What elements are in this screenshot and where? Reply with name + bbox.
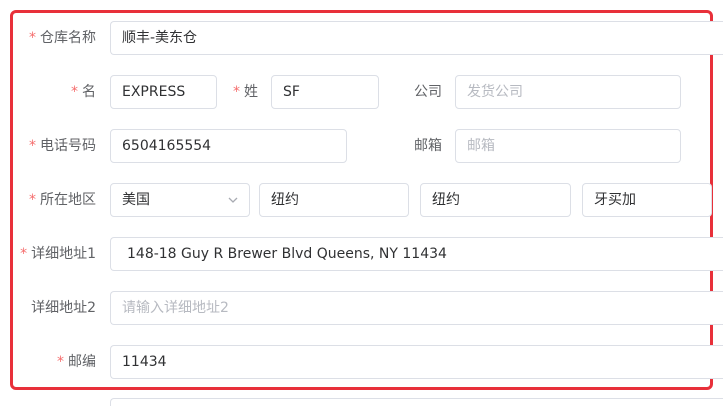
- email-label: 邮箱: [414, 138, 442, 154]
- address1-input[interactable]: 148-18 Guy R Brewer Blvd Queens, NY 1143…: [110, 237, 723, 271]
- zipcode-input[interactable]: 11434: [110, 345, 723, 379]
- region-label: * 所在地区: [29, 192, 96, 208]
- warehouse-name-label: * 仓库名称: [29, 30, 96, 46]
- warehouse-name-input[interactable]: 顺丰-美东仓: [110, 21, 723, 55]
- next-field-edge: [110, 398, 723, 406]
- country-select[interactable]: 美国: [110, 183, 250, 217]
- zipcode-label: * 邮编: [57, 354, 96, 370]
- phone-input[interactable]: 6504165554: [110, 129, 347, 163]
- phone-label: * 电话号码: [29, 138, 96, 154]
- district-input[interactable]: 牙买加: [582, 183, 712, 217]
- address2-label: 详细地址2: [31, 300, 96, 316]
- first-name-label: * 名: [71, 84, 96, 100]
- company-label: 公司: [414, 84, 442, 100]
- required-mark: *: [71, 84, 78, 100]
- state-input[interactable]: 纽约: [259, 183, 409, 217]
- address2-input[interactable]: 请输入详细地址2: [110, 291, 723, 325]
- required-mark: *: [29, 192, 36, 208]
- chevron-down-icon: [228, 197, 238, 203]
- required-mark: *: [57, 354, 64, 370]
- required-mark: *: [20, 246, 28, 262]
- last-name-input[interactable]: SF: [271, 75, 379, 109]
- city-input[interactable]: 纽约: [420, 183, 571, 217]
- required-mark: *: [233, 84, 240, 100]
- required-mark: *: [29, 30, 36, 46]
- first-name-input[interactable]: EXPRESS: [110, 75, 217, 109]
- country-select-value: 美国: [122, 192, 150, 208]
- required-mark: *: [29, 138, 36, 154]
- last-name-label: * 姓: [233, 84, 258, 100]
- address1-label: * 详细地址1: [20, 246, 96, 262]
- company-input[interactable]: 发货公司: [455, 75, 681, 109]
- email-input[interactable]: 邮箱: [455, 129, 681, 163]
